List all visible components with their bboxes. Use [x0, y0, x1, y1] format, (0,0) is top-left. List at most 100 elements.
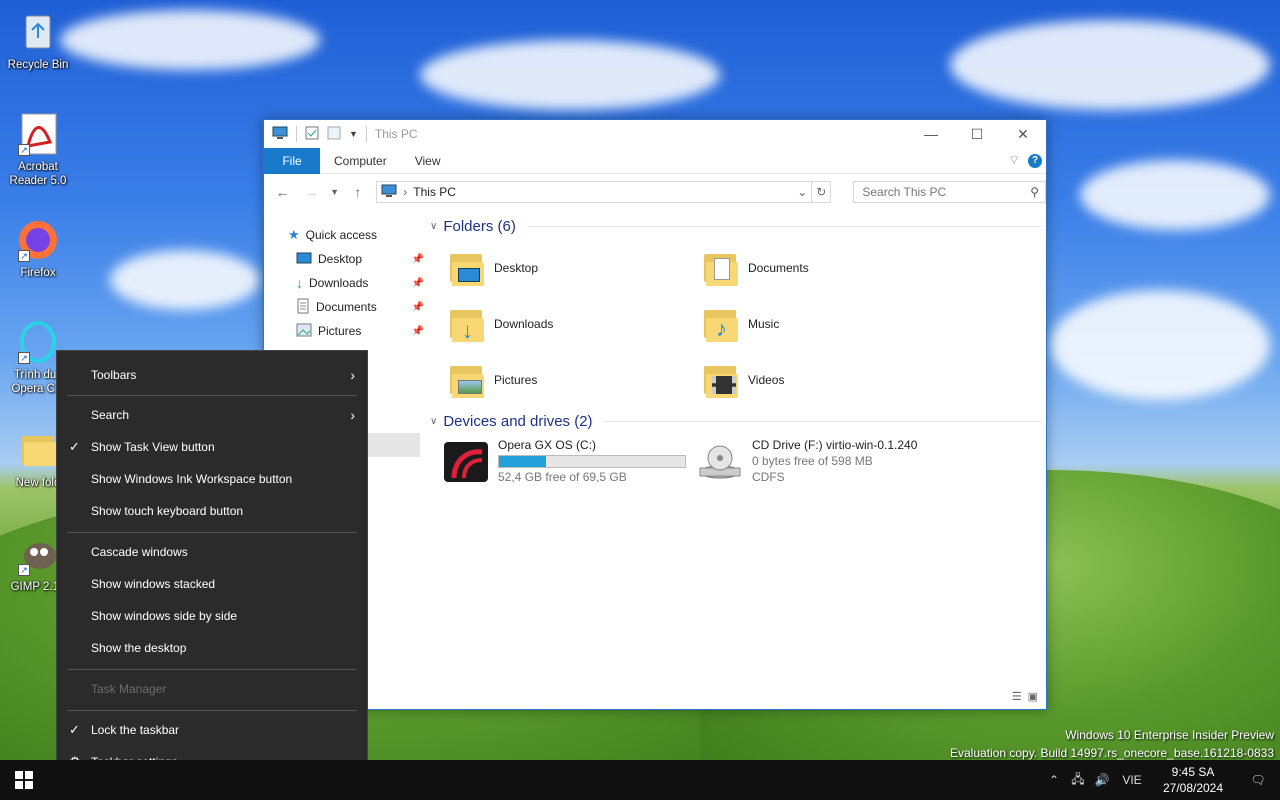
drives-group-header[interactable]: ∨ Devices and drives (2): [430, 413, 1042, 430]
drive-f[interactable]: CD Drive (F:) virtio-win-0.1.240 0 bytes…: [696, 438, 917, 489]
nav-quick-access[interactable]: ★ Quick access: [288, 224, 416, 246]
menu-label: Show touch keyboard button: [91, 504, 244, 518]
refresh-button[interactable]: ↻: [812, 181, 832, 203]
shortcut-arrow-icon: ↗: [18, 250, 30, 262]
language-indicator[interactable]: VIE: [1114, 773, 1150, 787]
checkmark-icon: ✓: [69, 722, 80, 737]
search-placeholder: Search This PC: [862, 185, 947, 199]
menu-item-ink-workspace[interactable]: Show Windows Ink Workspace button: [57, 465, 367, 493]
menu-item-cascade[interactable]: Cascade windows: [57, 538, 367, 566]
drive-filesystem: CDFS: [752, 470, 785, 484]
pin-icon[interactable]: 📌: [412, 254, 424, 265]
folder-label: Music: [748, 317, 780, 331]
menu-item-search[interactable]: Search ›: [57, 401, 367, 429]
menu-item-show-desktop[interactable]: Show the desktop: [57, 634, 367, 662]
taskbar-context-menu: Toolbars › Search › ✓ Show Task View but…: [56, 350, 368, 787]
menu-label: Toolbars: [91, 368, 137, 382]
drive-free-space: 52,4 GB free of 69,5 GB: [498, 470, 627, 484]
chevron-down-icon[interactable]: ⌄: [797, 185, 811, 199]
file-explorer-window: ▼ This PC — ☐ ✕ File Computer View ▽ ? ←…: [263, 119, 1047, 710]
this-pc-icon: [381, 184, 397, 201]
nav-item-documents[interactable]: Documents 📌: [296, 296, 424, 318]
collapse-icon[interactable]: ∨: [430, 416, 437, 427]
folder-downloads[interactable]: ↓ Downloads: [448, 306, 553, 343]
menu-item-toolbars[interactable]: Toolbars ›: [57, 361, 367, 389]
folder-music[interactable]: ♪ Music: [702, 306, 779, 342]
clock[interactable]: 9:45 SA 27/08/2024: [1150, 764, 1236, 796]
maximize-button[interactable]: ☐: [954, 120, 1000, 148]
menu-item-lock-taskbar[interactable]: ✓ Lock the taskbar: [57, 716, 367, 744]
collapse-icon[interactable]: ∨: [430, 221, 437, 232]
ribbon-tabs: File Computer View ▽ ?: [264, 147, 1046, 174]
desktop-icon-acrobat[interactable]: ↗ Acrobat Reader 5.0: [0, 112, 76, 188]
new-folder-icon[interactable]: [327, 126, 341, 143]
folder-pictures[interactable]: Pictures: [448, 362, 537, 398]
pin-icon[interactable]: 📌: [412, 302, 424, 313]
address-bar[interactable]: › This PC ⌄: [376, 181, 813, 203]
recent-locations-icon[interactable]: ▼: [330, 187, 340, 197]
minimize-button[interactable]: —: [908, 120, 954, 148]
desktop-icon-label: Acrobat Reader 5.0: [9, 161, 67, 187]
content-pane: ∨ Folders (6) Desktop Documents ↓ Downlo…: [426, 216, 1046, 709]
folder-label: Desktop: [494, 261, 539, 275]
breadcrumb[interactable]: This PC: [413, 185, 456, 199]
menu-item-touch-keyboard[interactable]: Show touch keyboard button: [57, 497, 367, 525]
desktop-icon-firefox[interactable]: ↗ Firefox: [0, 218, 76, 280]
menu-item-stacked[interactable]: Show windows stacked: [57, 570, 367, 598]
desktop-icon-label: Recycle Bin: [7, 59, 69, 71]
downloads-folder-icon: ↓: [448, 306, 484, 343]
documents-folder-icon: [702, 250, 738, 286]
nav-item-pictures[interactable]: Pictures 📌: [296, 320, 424, 342]
drive-name: Opera GX OS (C:): [498, 438, 597, 452]
drive-free-space: 0 bytes free of 598 MB: [752, 454, 873, 468]
volume-icon[interactable]: 🔊: [1090, 773, 1114, 787]
expand-ribbon-icon[interactable]: ▽: [1010, 155, 1018, 166]
close-button[interactable]: ✕: [1000, 120, 1046, 148]
show-hidden-icons-icon[interactable]: ⌃: [1042, 773, 1066, 787]
action-center-icon[interactable]: 🗨: [1236, 773, 1280, 787]
folder-label: Pictures: [494, 373, 538, 387]
properties-icon[interactable]: [305, 126, 319, 143]
desktop-icon-recycle-bin[interactable]: Recycle Bin: [0, 10, 76, 72]
breadcrumb-separator-icon: ›: [403, 185, 408, 199]
recycle-bin-icon: [16, 10, 60, 54]
folders-group-header[interactable]: ∨ Folders (6): [430, 218, 1042, 235]
network-icon[interactable]: 🖧: [1066, 770, 1090, 791]
folder-documents[interactable]: Documents: [702, 250, 809, 286]
menu-label: Task Manager: [91, 682, 167, 696]
folder-videos[interactable]: Videos: [702, 362, 784, 398]
drive-c[interactable]: Opera GX OS (C:) 52,4 GB free of 69,5 GB: [442, 438, 686, 489]
menu-item-task-view[interactable]: ✓ Show Task View button: [57, 433, 367, 461]
folder-icon: [16, 428, 60, 472]
pin-icon[interactable]: 📌: [412, 278, 424, 289]
menu-label: Search: [91, 408, 130, 422]
videos-folder-icon: [702, 362, 738, 398]
desktop-icon: [296, 252, 312, 267]
search-input[interactable]: Search This PC ⚲: [853, 181, 1046, 203]
tab-view[interactable]: View: [401, 148, 455, 174]
large-icons-view-icon[interactable]: ▣: [1028, 690, 1038, 703]
window-title: This PC: [374, 127, 418, 141]
up-button[interactable]: ↑: [347, 184, 368, 200]
group-title: Devices and drives (2): [443, 413, 593, 430]
start-button[interactable]: [0, 760, 48, 800]
pin-icon[interactable]: 📌: [412, 326, 424, 337]
nav-item-desktop[interactable]: Desktop 📌: [296, 248, 424, 270]
back-button[interactable]: ←: [272, 184, 293, 200]
nav-item-downloads[interactable]: ↓ Downloads 📌: [296, 272, 424, 294]
clock-date: 27/08/2024: [1162, 781, 1224, 795]
tab-file[interactable]: File: [264, 147, 320, 174]
tab-computer[interactable]: Computer: [320, 148, 401, 174]
details-view-icon[interactable]: ☰: [1012, 690, 1022, 703]
menu-label: Show Windows Ink Workspace button: [91, 472, 293, 486]
forward-button[interactable]: →: [301, 184, 322, 200]
download-icon: ↓: [296, 275, 303, 291]
help-icon[interactable]: ?: [1028, 153, 1042, 168]
desktop-folder-icon: [448, 250, 484, 286]
menu-item-side-by-side[interactable]: Show windows side by side: [57, 602, 367, 630]
desktop-icon-label: Firefox: [20, 267, 56, 279]
customize-toolbar-icon[interactable]: ▼: [349, 129, 358, 139]
folder-desktop[interactable]: Desktop: [448, 250, 538, 286]
watermark-line: Windows 10 Enterprise Insider Preview: [1065, 728, 1274, 742]
title-bar: ▼ This PC — ☐ ✕: [264, 120, 1046, 148]
